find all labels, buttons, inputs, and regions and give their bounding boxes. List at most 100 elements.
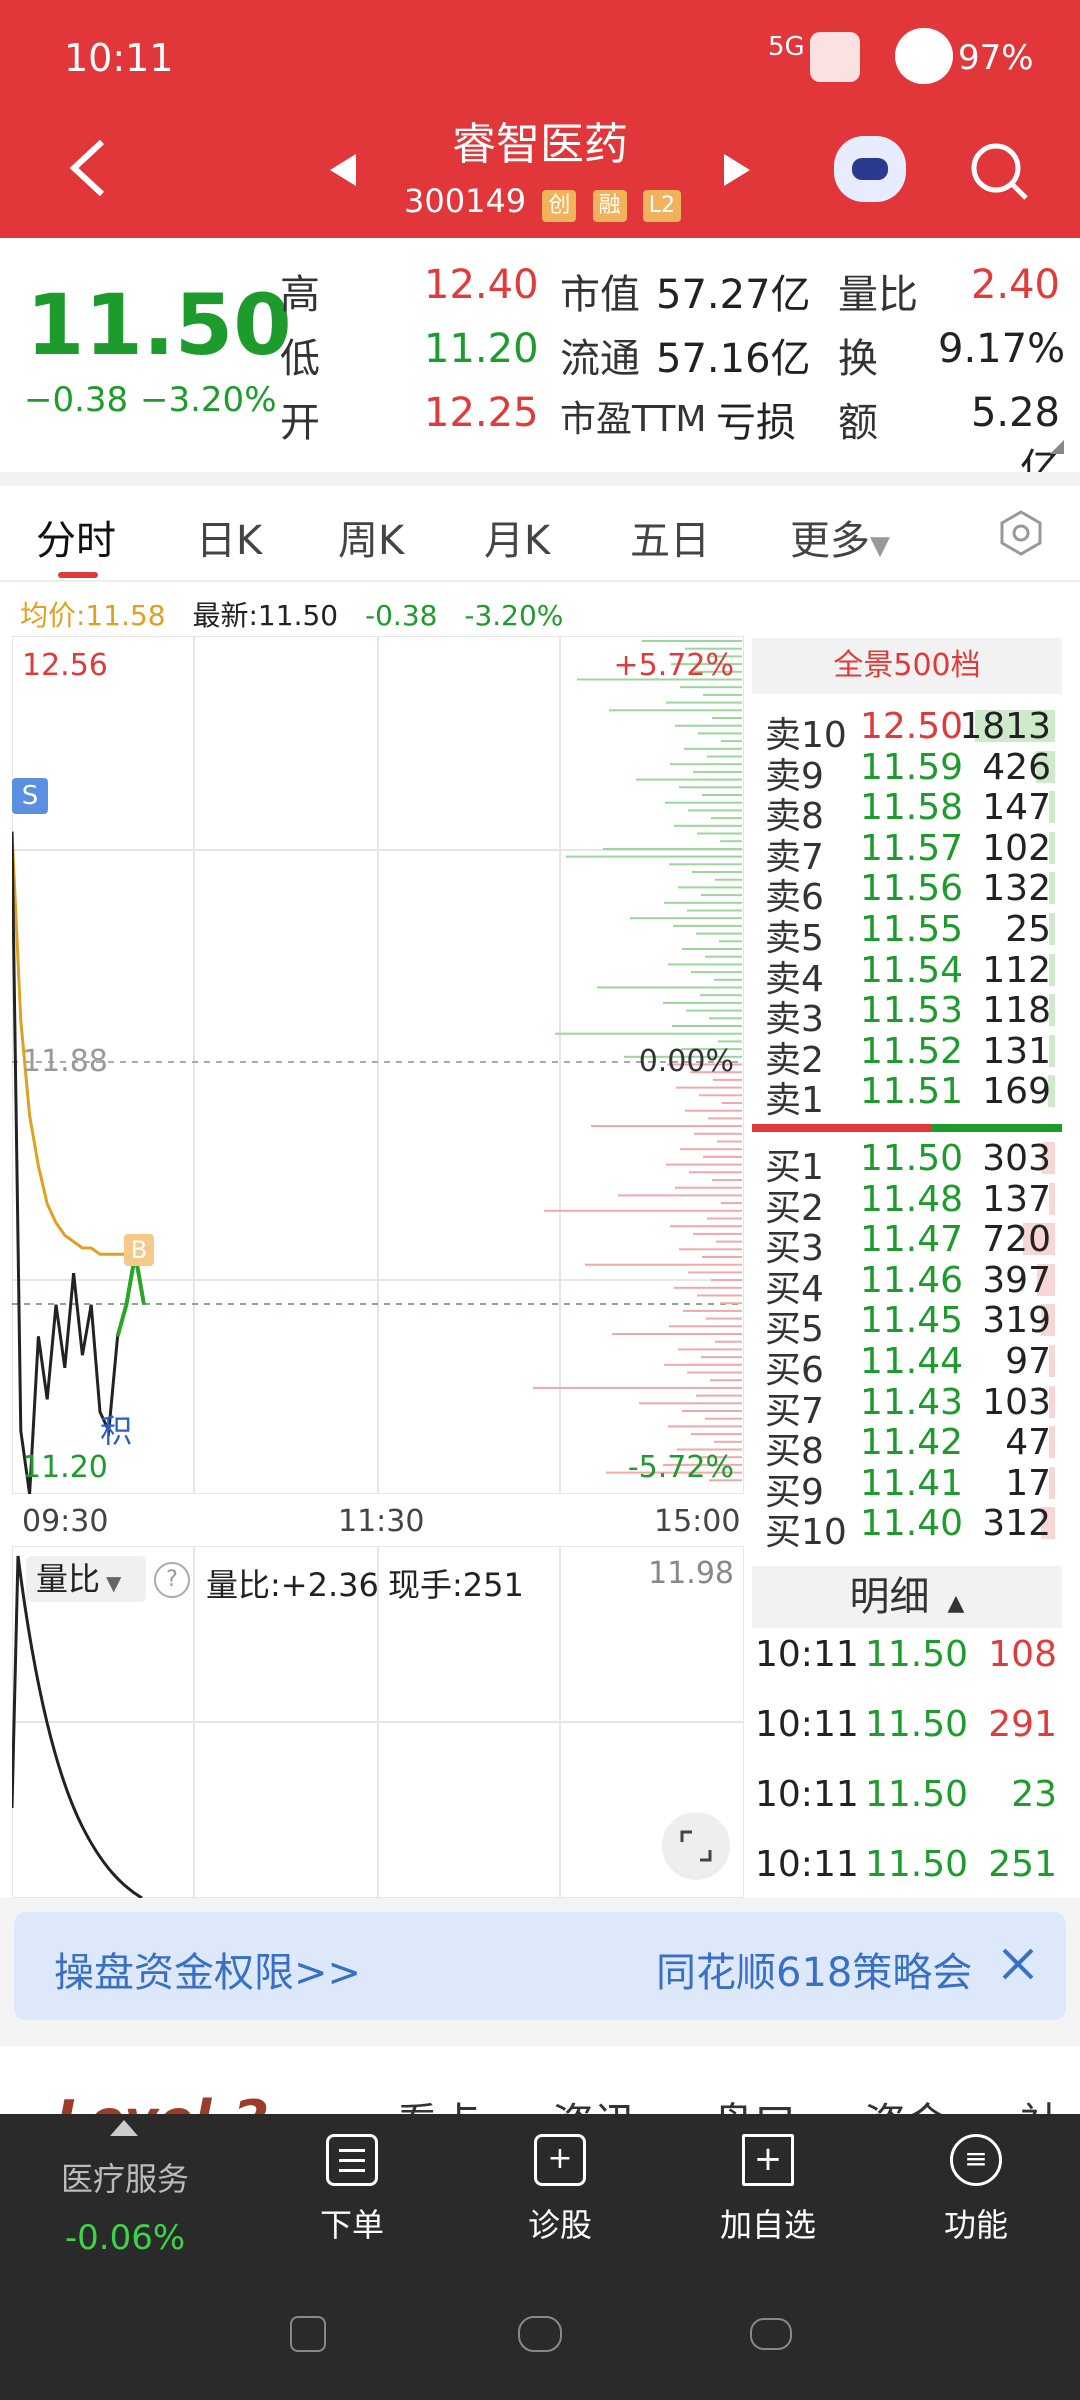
ask-row[interactable]: 卖10 12.50 1813	[765, 706, 1065, 756]
tick-volume: 23	[1011, 1774, 1057, 1815]
orderbook-title[interactable]: 全景500档	[752, 638, 1062, 694]
robot-assistant-icon[interactable]	[834, 136, 906, 202]
level-price: 11.58	[860, 787, 964, 829]
label-low: 低	[280, 336, 320, 382]
tab-funds[interactable]: 资金	[864, 2090, 948, 2114]
tab-five-day[interactable]: 五日	[630, 508, 710, 566]
ask-row[interactable]: 卖8 11.58 147	[765, 787, 1065, 837]
ask-row[interactable]: 卖6 11.56 132	[765, 868, 1065, 918]
bid-row[interactable]: 买1 11.50 303	[765, 1138, 1065, 1188]
nav-functions[interactable]: ≡ 功能	[916, 2134, 1036, 2246]
status-time: 10:11	[64, 36, 174, 80]
nav-diagnose[interactable]: + 诊股	[500, 2134, 620, 2246]
y-mid-label: 11.88	[22, 1044, 108, 1079]
depth-bar	[696, 932, 742, 935]
sector-name[interactable]: 医疗服务	[40, 2154, 210, 2200]
chart-settings-button[interactable]	[998, 510, 1044, 556]
ask-row[interactable]: 卖5 11.55 25	[765, 909, 1065, 959]
depth-bar	[707, 755, 742, 758]
level-volume: 47	[1005, 1422, 1051, 1464]
label-market-cap: 市值	[560, 272, 640, 318]
next-stock-button[interactable]	[722, 152, 752, 188]
fullscreen-button[interactable]	[662, 1812, 730, 1880]
tab-weekly-k[interactable]: 周K	[338, 508, 404, 566]
ask-row[interactable]: 卖4 11.54 112	[765, 950, 1065, 1000]
value-turnover: 9.17%	[938, 326, 1066, 372]
add-watchlist-icon: +	[742, 2134, 794, 2186]
back-button[interactable]	[60, 136, 120, 197]
ask-row[interactable]: 卖1 11.51 169	[765, 1071, 1065, 1121]
tick-price: 11.50	[865, 1774, 969, 1815]
nav-add-watchlist[interactable]: + 加自选	[708, 2134, 828, 2246]
level-volume: 97	[1005, 1341, 1051, 1382]
value-pe-ttm: 亏损	[716, 400, 796, 446]
tab-daily-k[interactable]: 日K	[196, 508, 262, 566]
ask-row[interactable]: 卖9 11.59 426	[765, 747, 1065, 797]
level-volume: 147	[982, 787, 1051, 829]
panda-nav-icon[interactable]	[518, 2316, 562, 2352]
pct-mid-label: 0.00%	[638, 1044, 734, 1079]
buy-signal-marker[interactable]: B	[124, 1234, 154, 1266]
volume-panel: 量比 ▼ ? 量比:+2.36 现手:251 11.98	[10, 1545, 745, 1900]
banner-right-text[interactable]: 同花顺618策略会	[656, 1940, 976, 1998]
depth-bar	[693, 770, 742, 773]
settings-hex-icon	[1000, 510, 1042, 556]
ask-row[interactable]: 卖3 11.53 118	[765, 990, 1065, 1040]
nav-add-watchlist-label: 加自选	[719, 2206, 816, 2244]
cloud-icon[interactable]	[750, 2318, 792, 2350]
tab-more[interactable]: 更多▼	[790, 508, 890, 566]
depth-bar	[639, 1402, 742, 1405]
depth-bar	[683, 1309, 742, 1312]
bid-row[interactable]: 买9 11.41 17	[765, 1463, 1065, 1513]
tab-intraday[interactable]: 分时	[36, 508, 116, 566]
help-icon[interactable]: ?	[154, 1562, 190, 1598]
quote-table: 高 12.40 市值 57.27亿 量比 2.40 低 11.20 流通 57.…	[280, 262, 1080, 492]
accumulate-marker[interactable]: 积	[100, 1406, 132, 1452]
bid-row[interactable]: 买5 11.45 319	[765, 1300, 1065, 1350]
bid-row[interactable]: 买2 11.48 137	[765, 1179, 1065, 1229]
bid-row[interactable]: 买6 11.44 97	[765, 1341, 1065, 1391]
promo-banner[interactable]: 操盘资金权限>> 同花顺618策略会	[14, 1912, 1066, 2020]
tab-highlights[interactable]: 看点	[396, 2090, 480, 2114]
chart-info-line: 均价:11.58 最新:11.50 -0.38 -3.20%	[20, 594, 563, 634]
banner-left-text[interactable]: 操盘资金权限>>	[54, 1940, 361, 1998]
prev-stock-button[interactable]	[328, 152, 358, 188]
bid-row[interactable]: 买4 11.46 397	[765, 1260, 1065, 1310]
triangle-left-icon	[330, 154, 356, 186]
depth-bar	[703, 693, 742, 696]
nav-order-label: 下单	[319, 2206, 384, 2244]
ask-row[interactable]: 卖2 11.52 131	[765, 1031, 1065, 1081]
depth-bar	[664, 1363, 742, 1366]
bid-row[interactable]: 买3 11.47 720	[765, 1219, 1065, 1269]
depth-bar	[710, 1379, 742, 1382]
nav-order[interactable]: 下单	[292, 2134, 412, 2246]
ask-row[interactable]: 卖7 11.57 102	[765, 828, 1065, 878]
signal-indicator: 5G	[768, 32, 805, 62]
carrot-icon[interactable]	[290, 2316, 326, 2352]
bid-row[interactable]: 买8 11.42 47	[765, 1422, 1065, 1472]
indicator-selector[interactable]: 量比 ▼	[26, 1556, 146, 1602]
depth-bar	[609, 709, 742, 712]
bid-row[interactable]: 买7 11.43 103	[765, 1382, 1065, 1432]
intraday-chart[interactable]: 12.56 11.88 11.20 +5.72% 0.00% -5.72% S …	[10, 635, 745, 1495]
tab-news[interactable]: 资讯	[552, 2090, 636, 2114]
depth-bar	[701, 1356, 742, 1359]
tab-community[interactable]: 社区	[1020, 2090, 1080, 2114]
expand-corner-icon[interactable]	[1050, 440, 1064, 454]
sell-signal-marker[interactable]: S	[12, 778, 48, 814]
tab-orderbook[interactable]: 盘口	[712, 2090, 796, 2114]
tab-level2[interactable]: Level-2	[56, 2090, 269, 2114]
sector-expand-icon[interactable]	[110, 2120, 138, 2136]
tab-monthly-k[interactable]: 月K	[484, 508, 550, 566]
ask-bid-bar-red	[752, 1124, 932, 1132]
depth-bar	[682, 948, 742, 950]
tick-detail-header[interactable]: 明细 ▲	[752, 1566, 1062, 1628]
banner-close-button[interactable]	[996, 1942, 1040, 1986]
current-price: 11.50	[26, 276, 292, 374]
bid-row[interactable]: 买10 11.40 312	[765, 1503, 1065, 1553]
search-button[interactable]	[968, 140, 1030, 202]
depth-bar	[682, 1410, 742, 1412]
search-icon	[971, 143, 1028, 200]
panda-icon	[895, 28, 953, 84]
depth-bar	[544, 1209, 742, 1212]
